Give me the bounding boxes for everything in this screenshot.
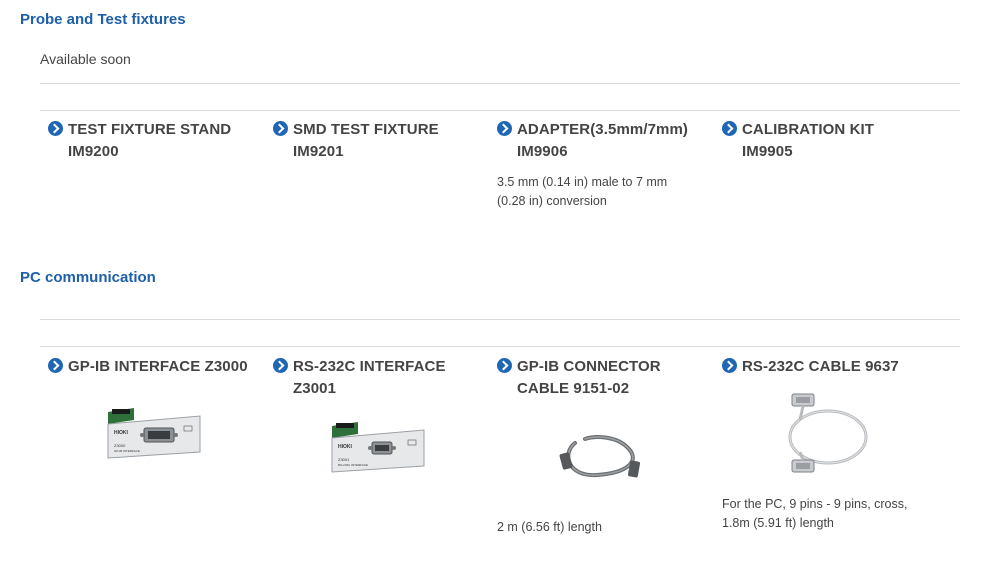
product-link-im9201[interactable]: SMD TEST FIXTURE IM9201: [273, 119, 493, 163]
product-description: 2 m (6.56 ft) length: [497, 520, 602, 534]
product-link-9637[interactable]: RS-232C CABLE 9637: [722, 356, 942, 378]
product-card-9151-02: GP-IB CONNECTOR CABLE 9151-02: [497, 356, 717, 400]
product-title: TEST FIXTURE STAND IM9200: [68, 121, 232, 160]
product-description: 3.5 mm (0.14 in) male to 7 mm (0.28 in) …: [497, 175, 668, 208]
product-link-9151-02[interactable]: GP-IB CONNECTOR CABLE 9151-02: [497, 356, 717, 400]
card-label: RS-232C INTERFACE: [338, 463, 368, 467]
product-card-im9200: TEST FIXTURE STAND IM9200: [48, 119, 268, 163]
product-link-im9200[interactable]: TEST FIXTURE STAND IM9200: [48, 119, 268, 163]
product-card-z3001: RS-232C INTERFACE Z3001: [273, 356, 493, 400]
card-model: Z3000: [114, 443, 126, 448]
product-card-z3000: GP-IB INTERFACE Z3000: [48, 356, 268, 378]
product-link-z3001[interactable]: RS-232C INTERFACE Z3001: [273, 356, 493, 400]
product-title: CALIBRATION KIT IM9905: [742, 121, 875, 160]
divider: [40, 319, 960, 320]
product-link-z3000[interactable]: GP-IB INTERFACE Z3000: [48, 356, 268, 378]
arrow-right-icon: [722, 121, 737, 136]
arrow-right-icon: [497, 121, 512, 136]
card-model: Z3001: [338, 457, 350, 462]
product-description: For the PC, 9 pins - 9 pins, cross, 1.8m…: [722, 497, 908, 530]
product-link-im9906[interactable]: ADAPTER(3.5mm/7mm) IM9906: [497, 119, 717, 163]
product-link-im9905[interactable]: CALIBRATION KIT IM9905: [722, 119, 942, 163]
product-title: GP-IB CONNECTOR CABLE 9151-02: [517, 358, 661, 397]
rs232c-cable-image[interactable]: [778, 390, 873, 485]
product-title: ADAPTER(3.5mm/7mm) IM9906: [517, 121, 689, 160]
product-title: SMD TEST FIXTURE IM9201: [293, 121, 439, 160]
card-brand: HIOKI: [338, 444, 353, 450]
arrow-right-icon: [497, 358, 512, 373]
card-brand: HIOKI: [114, 430, 129, 436]
arrow-right-icon: [722, 358, 737, 373]
divider: [40, 83, 960, 84]
product-title: GP-IB INTERFACE Z3000: [68, 358, 248, 375]
arrow-right-icon: [48, 358, 63, 373]
product-card-im9906: ADAPTER(3.5mm/7mm) IM9906 3.5 mm (0.14 i…: [497, 119, 717, 211]
section-title-probe: Probe and Test fixtures: [20, 11, 186, 28]
gpib-cable-image[interactable]: [557, 425, 647, 490]
product-card-im9201: SMD TEST FIXTURE IM9201: [273, 119, 493, 163]
divider: [40, 346, 960, 347]
product-title: RS-232C CABLE 9637: [742, 358, 899, 375]
arrow-right-icon: [273, 121, 288, 136]
product-card-im9905: CALIBRATION KIT IM9905: [722, 119, 942, 163]
gpib-interface-card-image[interactable]: HIOKI Z3000 GP-IB INTERFACE: [104, 406, 204, 466]
card-label: GP-IB INTERFACE: [114, 449, 140, 453]
product-card-9637: RS-232C CABLE 9637: [722, 356, 942, 378]
divider: [40, 110, 960, 111]
section-title-pc: PC communication: [20, 269, 156, 286]
rs232c-interface-card-image[interactable]: HIOKI Z3001 RS-232C INTERFACE: [328, 420, 428, 480]
availability-note: Available soon: [40, 51, 131, 67]
arrow-right-icon: [273, 358, 288, 373]
product-title: RS-232C INTERFACE Z3001: [293, 358, 446, 397]
arrow-right-icon: [48, 121, 63, 136]
